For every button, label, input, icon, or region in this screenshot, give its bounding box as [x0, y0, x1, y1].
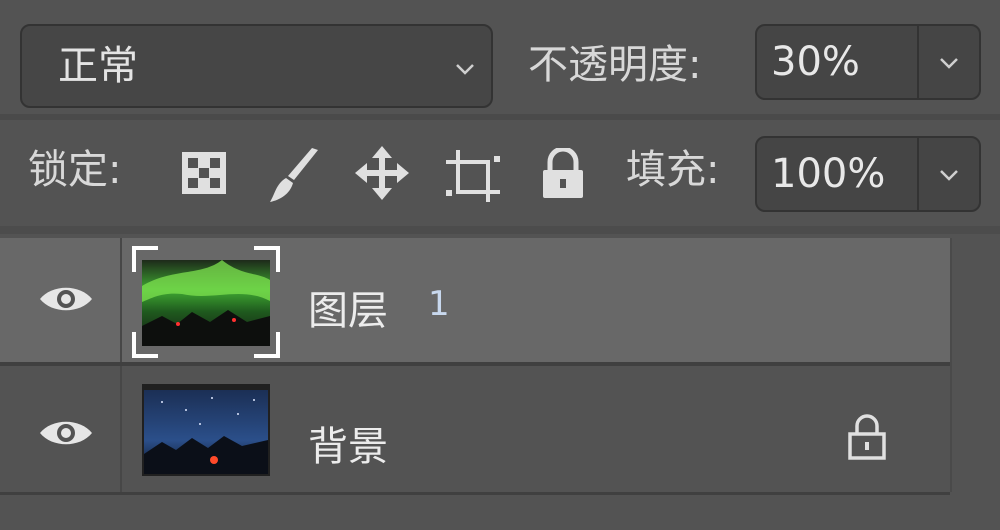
chevron-down-icon: [940, 58, 958, 69]
eye-icon: [40, 421, 92, 445]
fill-dropdown-button[interactable]: [917, 138, 979, 210]
layer-name[interactable]: 图层: [308, 278, 388, 336]
blend-mode-dropdown[interactable]: 正常: [20, 24, 493, 108]
visibility-toggle[interactable]: [0, 366, 122, 492]
layer-separator: [0, 492, 950, 495]
layer-row-background[interactable]: 背景: [0, 366, 950, 492]
layer-name[interactable]: 背景: [308, 414, 388, 472]
fill-field[interactable]: 100%: [755, 136, 981, 212]
lock-all-icon[interactable]: [540, 148, 586, 200]
layer-thumbnail-frame[interactable]: [142, 384, 270, 476]
layer-thumbnail-night-sky: [142, 384, 270, 476]
eye-icon: [40, 287, 92, 311]
panel-divider: [0, 114, 1000, 120]
scrollbar-track[interactable]: [950, 238, 1000, 492]
fill-value[interactable]: 100%: [771, 138, 885, 210]
layer-row-1[interactable]: 图层 1: [0, 238, 950, 362]
layer-lock-icon[interactable]: [846, 414, 888, 460]
lock-artboard-icon[interactable]: [444, 148, 502, 204]
opacity-field[interactable]: 30%: [755, 24, 981, 100]
layer-number: 1: [428, 284, 450, 324]
opacity-label: 不透明度:: [528, 42, 702, 88]
layer-thumbnail-aurora: [132, 246, 280, 358]
lock-transparent-pixels-icon[interactable]: [180, 150, 228, 196]
lock-position-move-icon[interactable]: [354, 145, 410, 201]
layer-thumbnail-frame[interactable]: [132, 246, 280, 358]
opacity-dropdown-button[interactable]: [917, 26, 979, 98]
fill-label: 填充:: [626, 147, 720, 193]
lock-image-pixels-brush-icon[interactable]: [266, 146, 324, 204]
panel-divider: [0, 226, 1000, 234]
chevron-down-icon: [940, 170, 958, 181]
opacity-value[interactable]: 30%: [771, 26, 860, 98]
lock-label: 锁定:: [28, 147, 122, 193]
chevron-down-icon: [456, 64, 474, 75]
blend-mode-value: 正常: [58, 43, 138, 89]
visibility-toggle[interactable]: [0, 238, 122, 362]
